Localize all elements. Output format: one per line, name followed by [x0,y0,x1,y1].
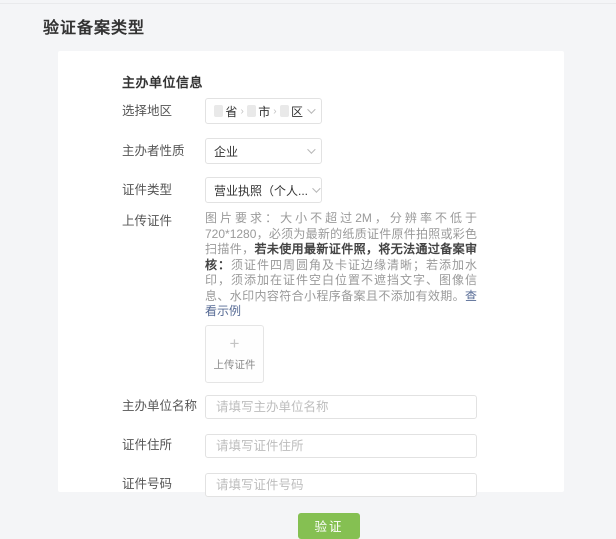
region-row: 选择地区 省 › 市 › 区 [122,98,536,124]
cert-type-label: 证件类型 [122,182,173,197]
cert-type-row: 证件类型 营业执照（个人... [122,177,536,203]
cert-type-value: 营业执照（个人... [214,183,309,198]
upload-req-suffix: 须证件四周圆角及卡证边缘清晰；若添加水印，须添加在证件空白位置不遮挡文字、图像信… [205,257,477,303]
page-title: 验证备案类型 [43,20,146,37]
region-select[interactable]: 省 › 市 › 区 [205,98,322,124]
cert-number-row: 证件号码 [122,472,536,497]
chevron-down-icon [307,105,316,114]
redacted-province [214,105,224,117]
upload-label: 上传证件 [122,214,173,228]
org-name-input[interactable] [205,394,477,419]
region-separator-1: › [240,105,244,117]
chevron-down-icon [312,184,321,193]
upload-certificate-box[interactable]: + 上传证件 [205,324,264,383]
verify-button[interactable]: 验证 [298,512,360,539]
top-divider [0,3,616,4]
form-card: 主办单位信息 选择地区 省 › 市 › 区 主办者性质 企业 证件类型 营业执照（个人.… [58,51,564,539]
region-label: 选择地区 [122,103,173,118]
nature-label: 主办者性质 [122,143,185,158]
province-suffix: 省 [225,104,238,119]
chevron-down-icon [307,145,316,154]
cert-address-row: 证件住所 [122,433,536,458]
region-value: 省 › 市 › 区 [214,103,303,120]
cert-number-input[interactable] [205,472,477,497]
upload-row: 上传证件 图片要求：大小不超过2M，分辨率不低于720*1280，必须为最新的纸… [122,211,536,383]
plus-icon: + [229,334,240,353]
nature-value: 企业 [214,144,239,159]
region-separator-2: › [273,105,277,117]
upload-box-label: 上传证件 [213,359,256,371]
nature-select[interactable]: 企业 [205,138,322,164]
redacted-city [246,105,257,117]
org-name-label: 主办单位名称 [122,399,198,413]
district-suffix: 区 [290,104,303,119]
cert-number-label: 证件号码 [122,477,173,491]
city-suffix: 市 [258,104,271,119]
nature-row: 主办者性质 企业 [122,138,536,164]
section-title: 主办单位信息 [122,75,204,90]
upload-requirements: 图片要求：大小不超过2M，分辨率不低于720*1280，必须为最新的纸质证件原件… [205,211,477,320]
cert-type-select[interactable]: 营业执照（个人... [205,177,322,203]
cert-address-input[interactable] [205,433,477,458]
redacted-district [279,105,289,117]
cert-address-label: 证件住所 [122,438,173,452]
org-name-row: 主办单位名称 [122,394,536,419]
